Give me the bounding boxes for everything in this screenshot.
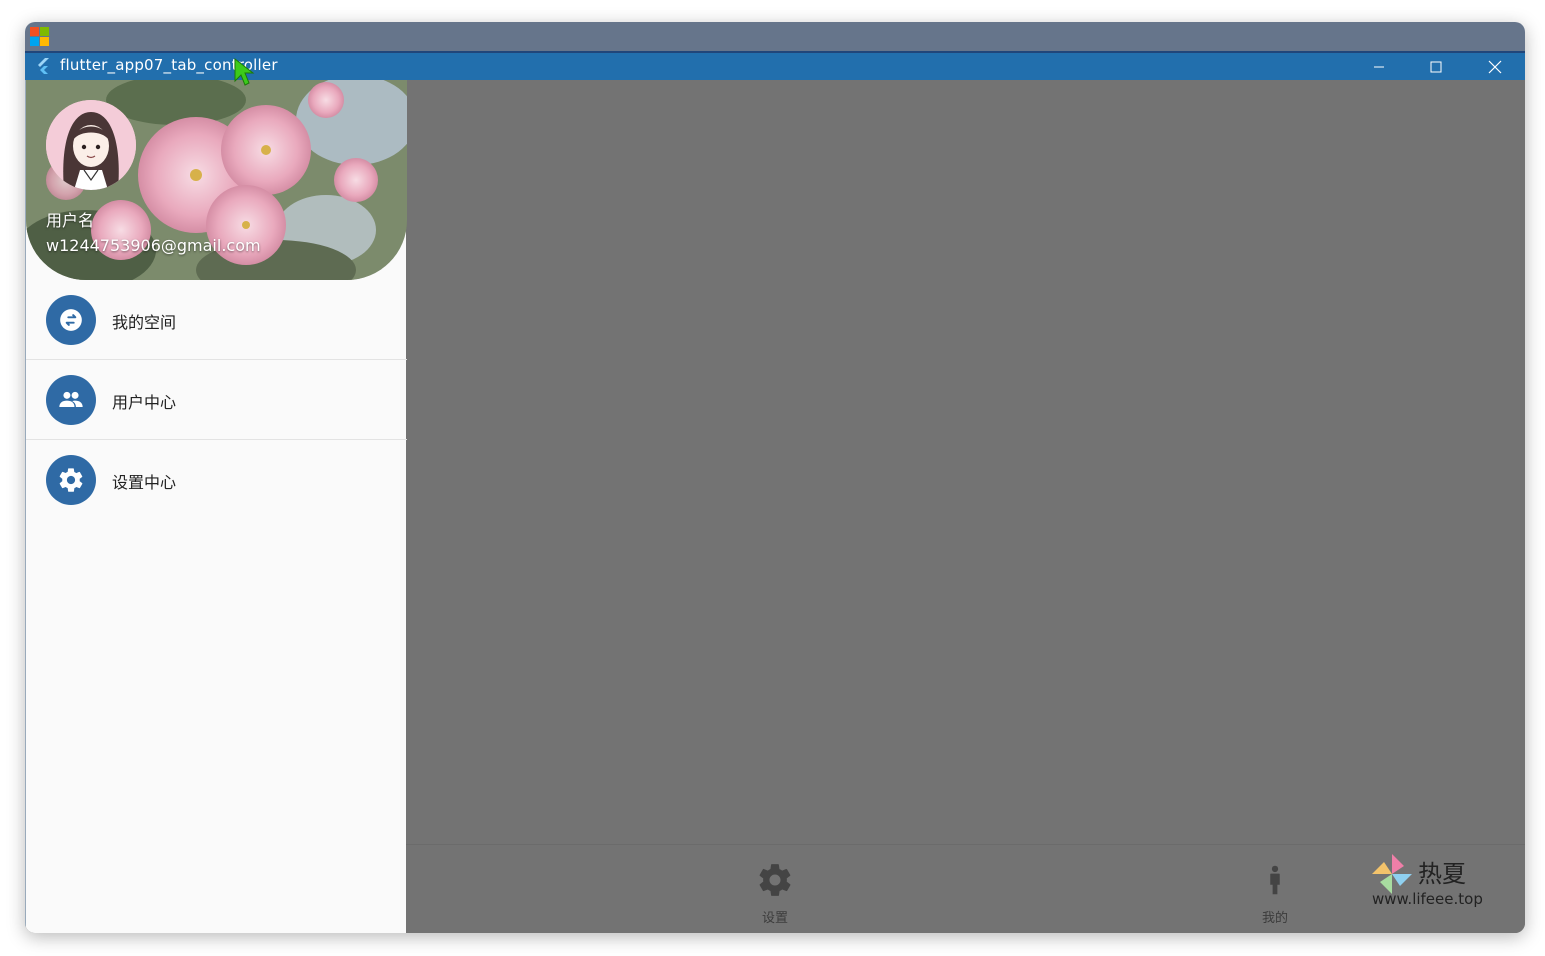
minimize-button[interactable] (1350, 53, 1408, 80)
avatar-illustration (46, 100, 136, 190)
drawer-header: 用户名 w1244753906@gmail.com (26, 80, 407, 280)
people-icon (59, 391, 83, 407)
settings-icon (759, 864, 791, 896)
drawer-item-settings-center[interactable]: 设置中心 (26, 440, 407, 520)
navigation-drawer: 用户名 w1244753906@gmail.com 我的空间 用户中心 设置中心 (25, 80, 407, 933)
drawer-item-icon-bg (46, 455, 96, 505)
settings-icon (59, 468, 83, 492)
close-button[interactable] (1466, 53, 1524, 80)
watermark: 热夏 www.lifeee.top (1370, 850, 1510, 910)
bottom-tab-mine[interactable]: 我的 (1245, 861, 1305, 926)
swap-horiz-icon (60, 309, 82, 331)
person-icon (1270, 865, 1280, 895)
drawer-item-icon-bg (46, 295, 96, 345)
bottom-tab-settings[interactable]: 设置 (745, 861, 805, 926)
drawer-item-label: 用户中心 (112, 393, 177, 412)
drawer-item-label: 设置中心 (112, 473, 177, 492)
windows-logo-icon[interactable] (30, 27, 50, 47)
watermark-brand: 热夏 (1418, 860, 1466, 888)
minimize-icon (1374, 66, 1384, 67)
avatar[interactable] (46, 100, 136, 190)
app-window: flutter_app07_tab_controller 设置 我的 用户名 w… (25, 22, 1525, 933)
desktop-strip (25, 22, 1525, 51)
drawer-email: w1244753906@gmail.com (46, 236, 261, 255)
mouse-cursor-icon (234, 57, 255, 86)
drawer-item-label: 我的空间 (112, 313, 177, 332)
drawer-item-icon-bg (46, 375, 96, 425)
maximize-icon (1430, 61, 1442, 72)
drawer-item-user-center[interactable]: 用户中心 (26, 360, 407, 440)
watermark-url: www.lifeee.top (1372, 890, 1483, 908)
flutter-logo-icon (38, 58, 49, 74)
bottom-tab-mine-label: 我的 (1261, 911, 1288, 926)
maximize-button[interactable] (1407, 53, 1465, 80)
drawer-username: 用户名 (46, 211, 95, 230)
drawer-item-my-space[interactable]: 我的空间 (26, 280, 407, 360)
close-icon (1488, 60, 1502, 73)
bottom-tab-settings-label: 设置 (761, 911, 788, 926)
